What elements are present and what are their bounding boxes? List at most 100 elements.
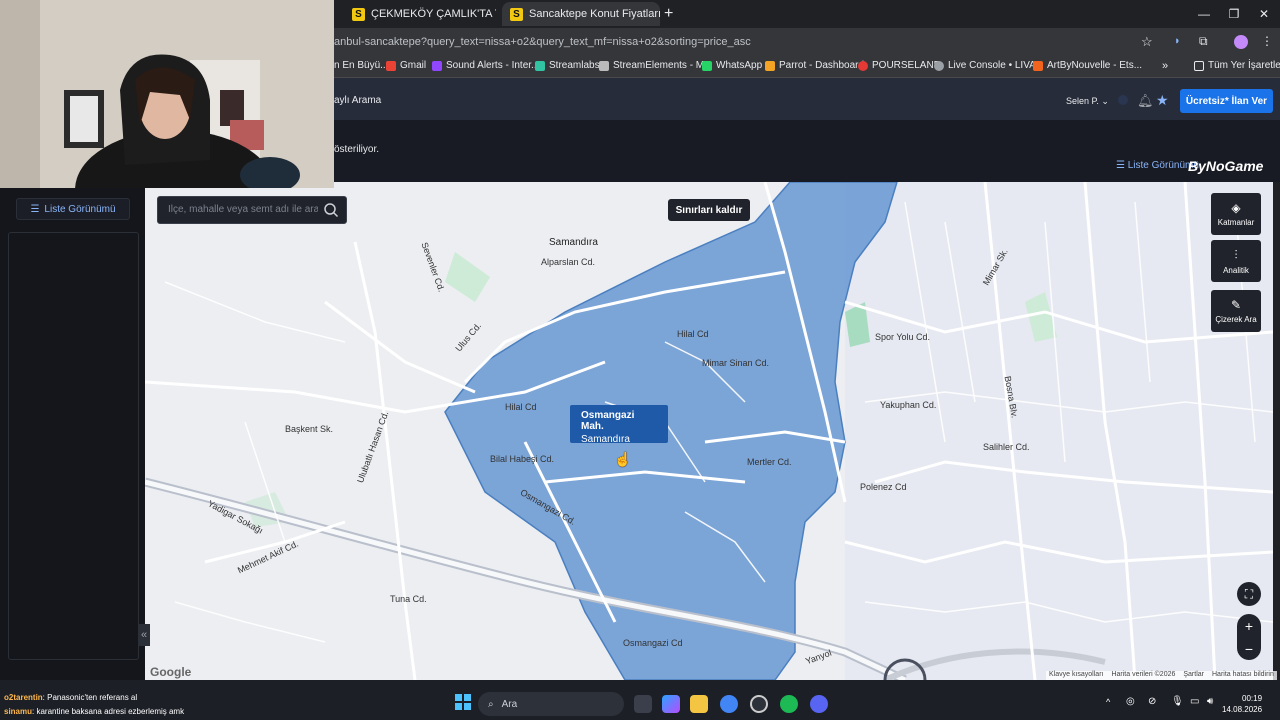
restore-icon[interactable]: ❐: [1218, 4, 1250, 24]
browser-tab-active[interactable]: S Sancaktepe Konut Fiyatları sahi ✕: [502, 2, 660, 26]
list-icon: ☰: [1116, 160, 1128, 171]
list-view-button[interactable]: ☰ Liste Görünümü: [16, 198, 130, 220]
address-bar[interactable]: anbul-sancaktepe?query_text=nissa+o2&que…: [334, 36, 751, 48]
tab-title: Sancaktepe Konut Fiyatları sahi: [529, 8, 660, 20]
live-console-icon: [934, 60, 944, 71]
microphone-icon[interactable]: 🎙︎: [1171, 696, 1184, 707]
bookmark-item[interactable]: WhatsApp: [702, 60, 762, 71]
network-icon[interactable]: ▭: [1190, 696, 1199, 707]
map-label: Yakuphan Cd.: [880, 400, 937, 410]
post-listing-button[interactable]: Ücretsiz* İlan Ver: [1180, 89, 1273, 113]
bookmark-item[interactable]: Live Console • LIVAD: [934, 60, 1043, 71]
chevron-up-icon[interactable]: ^: [1106, 697, 1110, 707]
bell-icon[interactable]: 🔔︎: [1137, 93, 1154, 109]
map-search-input[interactable]: [168, 204, 318, 215]
copilot-icon[interactable]: [662, 695, 680, 713]
map-label: Alparslan Cd.: [541, 257, 596, 267]
bookmark-item[interactable]: POURSELAND: [858, 60, 941, 71]
favorites-star-icon[interactable]: ★: [1156, 92, 1169, 109]
search-icon: ⌕: [488, 698, 494, 710]
webcam-overlay: [0, 0, 334, 188]
brand-watermark: ByNoGame: [1188, 158, 1264, 174]
chat-overlay-bg: [0, 680, 1280, 688]
browser-tab[interactable]: S ÇEKMEKÖY ÇAMLIK'TA TERASL ✕: [344, 2, 496, 26]
all-bookmarks[interactable]: Tüm Yer İşaretleri: [1194, 60, 1280, 71]
bookmark-star-icon[interactable]: ☆: [1141, 34, 1153, 50]
chevron-down-icon: ⌄: [1101, 96, 1109, 106]
neighborhood-popup[interactable]: Osmangazi Mah. Samandıra: [570, 405, 668, 445]
user-menu[interactable]: Selen P. ⌄: [1066, 96, 1109, 107]
etsy-icon: [1033, 60, 1043, 71]
search-icon[interactable]: [323, 202, 339, 218]
pourseland-icon: [858, 60, 868, 71]
zoom-controls: + −: [1237, 614, 1261, 660]
file-explorer-icon[interactable]: [690, 695, 708, 713]
layers-button[interactable]: ◈ Katmanlar: [1211, 193, 1261, 235]
map-label: Spor Yolu Cd.: [875, 332, 931, 342]
extension-icon[interactable]: ◗: [1174, 35, 1181, 47]
map-label: Hilal Cd: [677, 329, 709, 339]
map-label: Mertler Cd.: [747, 457, 792, 467]
tab-favicon: S: [510, 7, 523, 21]
bookmark-item[interactable]: Streamlabs: [535, 60, 600, 71]
new-tab-icon[interactable]: +: [664, 5, 673, 23]
draw-search-button[interactable]: ✎ Çizerek Ara: [1211, 290, 1261, 332]
map-label: Osmangazi Cd: [623, 638, 683, 648]
bookmark-item[interactable]: ArtByNouvelle - Ets...: [1033, 60, 1142, 71]
window-close-icon[interactable]: ✕: [1248, 4, 1280, 24]
minimize-icon[interactable]: —: [1188, 4, 1220, 24]
folder-icon: [1194, 60, 1204, 71]
clear-bounds-button[interactable]: Sınırları kaldır: [668, 199, 750, 221]
sound-alerts-icon: [432, 60, 442, 71]
tray-icon[interactable]: ◎: [1126, 696, 1135, 707]
clock-time: 00:19: [1242, 694, 1263, 703]
obs-icon[interactable]: [750, 695, 768, 713]
discord-icon[interactable]: [810, 695, 828, 713]
hand-cursor-icon: ☝: [614, 451, 632, 467]
bookmark-item[interactable]: n En Büyü...: [334, 60, 388, 71]
more-bookmarks-icon[interactable]: »: [1162, 60, 1168, 72]
map-search-box: [157, 196, 347, 224]
bookmark-item[interactable]: Gmail: [386, 60, 426, 71]
zoom-out-icon[interactable]: −: [1237, 637, 1261, 660]
windows-start-icon[interactable]: [455, 694, 471, 710]
zoom-in-icon[interactable]: +: [1237, 614, 1261, 637]
chrome-icon[interactable]: [720, 695, 738, 713]
whatsapp-icon: [702, 60, 712, 71]
tab-favicon: S: [352, 7, 365, 21]
analytics-icon: ⫶: [1234, 247, 1238, 262]
streamelements-icon: [599, 60, 609, 71]
bookmark-item[interactable]: Parrot - Dashboard: [765, 60, 864, 71]
popup-title: Osmangazi Mah.: [581, 410, 635, 432]
taskbar-clock[interactable]: 00:19 14.08.2026: [1222, 693, 1262, 715]
profile-avatar[interactable]: [1234, 35, 1248, 49]
map-label: Polenez Cd: [860, 482, 907, 492]
task-view-icon[interactable]: [634, 695, 652, 713]
map-label: Salihler Cd.: [983, 442, 1030, 452]
pencil-icon: ✎: [1230, 298, 1242, 312]
map-label: Mimar Sinan Cd.: [702, 358, 770, 368]
map-label: Başkent Sk.: [285, 424, 334, 434]
list-icon: ☰: [30, 203, 40, 215]
spotify-icon[interactable]: [780, 695, 798, 713]
page-title: aylı Arama: [334, 95, 382, 106]
status-dot-icon: [1118, 95, 1128, 105]
analytics-button[interactable]: ⫶ Analitik: [1211, 240, 1261, 282]
taskbar-search[interactable]: ⌕ Ara: [478, 692, 624, 716]
menu-kebab-icon[interactable]: ⋮: [1261, 34, 1273, 48]
tray-icon[interactable]: ⊘: [1148, 696, 1156, 707]
google-logo: Google: [150, 665, 192, 679]
fullscreen-icon[interactable]: ⛶: [1237, 582, 1261, 606]
map-canvas[interactable]: Samandıra Alparslan Cd. Hilal Cd Hilal C…: [145, 182, 1273, 680]
map-label: Samandıra: [549, 237, 598, 248]
volume-icon[interactable]: 🔊︎: [1207, 696, 1213, 707]
layers-icon: ◈: [1231, 201, 1241, 215]
map-label: Hilal Cd: [505, 402, 537, 412]
extensions-puzzle-icon[interactable]: ⧉: [1199, 34, 1208, 49]
list-view-link[interactable]: ☰ Liste Görünümü: [1116, 160, 1199, 171]
bookmark-item[interactable]: StreamElements - M...: [599, 60, 712, 71]
collapse-panel-icon[interactable]: «: [138, 624, 150, 646]
chat-message: o2tarentin: Panasonic'ten referans al: [4, 693, 138, 702]
clock-date: 14.08.2026: [1222, 705, 1263, 714]
bookmark-item[interactable]: Sound Alerts - Inter...: [432, 60, 539, 71]
